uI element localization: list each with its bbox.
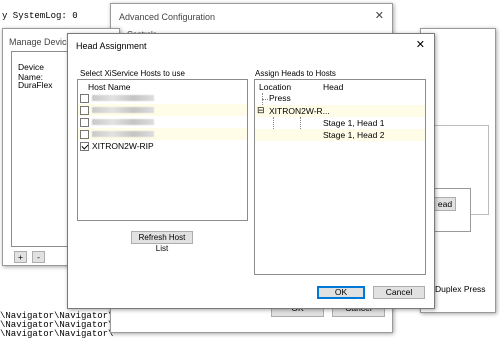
hosts-label: Select XiService Hosts to use bbox=[80, 69, 185, 78]
head-assignment-dialog: Head Assignment ✕ Select XiService Hosts… bbox=[67, 33, 435, 309]
duplex-press-label: Duplex Press bbox=[435, 284, 486, 294]
head-button[interactable]: ead bbox=[434, 197, 456, 211]
head-label[interactable]: Stage 1, Head 1 bbox=[323, 118, 384, 128]
host-name-blurred bbox=[92, 131, 154, 137]
host-checkbox[interactable] bbox=[80, 130, 89, 140]
dialog-title: Head Assignment bbox=[76, 41, 147, 51]
tree-node-host[interactable]: XITRON2W-R... bbox=[269, 106, 330, 116]
add-button[interactable]: + bbox=[14, 251, 27, 263]
tree-line bbox=[262, 99, 268, 100]
host-row[interactable]: XITRON2W-RIP bbox=[78, 140, 247, 152]
assign-heads-label: Assign Heads to Hosts bbox=[255, 69, 336, 78]
tree-node-press[interactable]: Press bbox=[269, 93, 291, 103]
host-row[interactable] bbox=[78, 116, 247, 128]
host-name-header: Host Name bbox=[88, 82, 131, 92]
refresh-host-list-button[interactable]: Refresh Host List bbox=[131, 231, 193, 253]
head-assignment-tree[interactable]: Location Head Press ⊟ XITRON2W-R... Stag… bbox=[254, 79, 426, 275]
head-label[interactable]: Stage 1, Head 2 bbox=[323, 130, 384, 140]
host-checkbox[interactable] bbox=[80, 118, 89, 128]
remove-button[interactable]: - bbox=[32, 251, 45, 263]
window-title: Advanced Configuration bbox=[119, 12, 216, 22]
host-checkbox[interactable] bbox=[80, 94, 89, 104]
host-name-blurred bbox=[92, 95, 154, 101]
device-item[interactable]: DuraFlex bbox=[18, 80, 52, 90]
head-column-header: Head bbox=[323, 82, 344, 92]
collapse-icon[interactable]: ⊟ bbox=[257, 105, 265, 116]
ok-button[interactable]: OK bbox=[317, 286, 365, 299]
syslog-text: y SystemLog: 0 bbox=[2, 11, 78, 21]
tree-row-head[interactable]: Stage 1, Head 2 bbox=[255, 129, 425, 141]
hosts-list[interactable]: Host Name XITRON2W-RIP bbox=[77, 79, 248, 221]
window-title: Manage Devices bbox=[9, 37, 77, 47]
host-name-blurred bbox=[92, 107, 154, 113]
host-row[interactable] bbox=[78, 92, 247, 104]
close-icon[interactable]: ✕ bbox=[416, 38, 425, 51]
tree-row-host[interactable]: ⊟ XITRON2W-R... bbox=[255, 105, 425, 117]
close-icon[interactable]: ✕ bbox=[375, 9, 384, 22]
device-list[interactable]: Device Name: DuraFlex bbox=[11, 51, 71, 247]
host-checkbox-checked[interactable] bbox=[80, 142, 89, 152]
host-row[interactable] bbox=[78, 104, 247, 116]
host-name-blurred bbox=[92, 119, 154, 125]
device-name-label: Device Name: bbox=[18, 62, 44, 82]
host-row[interactable] bbox=[78, 128, 247, 140]
host-checkbox[interactable] bbox=[80, 106, 89, 116]
location-column-header: Location bbox=[259, 82, 292, 92]
cancel-button[interactable]: Cancel bbox=[373, 286, 425, 299]
host-name: XITRON2W-RIP bbox=[92, 141, 154, 151]
tree-row-head[interactable]: Stage 1, Head 1 bbox=[255, 117, 425, 129]
